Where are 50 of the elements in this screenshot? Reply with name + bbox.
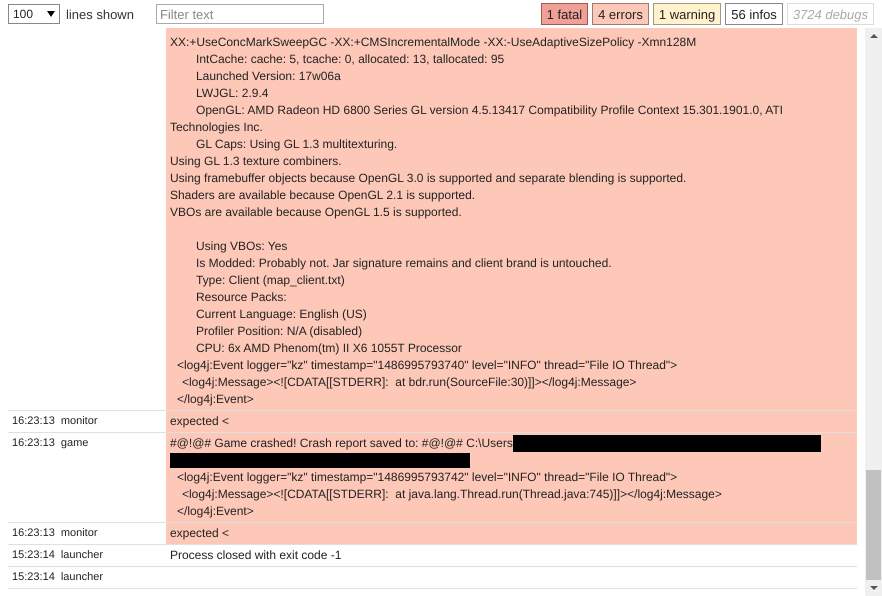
log-line: CPU: 6x AMD Phenom(tm) II X6 1055T Processor bbox=[195, 340, 463, 357]
level-filter-toggle[interactable]: 4 errors bbox=[592, 3, 649, 25]
scrollbar[interactable] bbox=[865, 28, 882, 596]
level-filter-toggle[interactable]: 1 fatal bbox=[540, 3, 588, 25]
log-line: <log4j:Event logger="kz" timestamp="1486995793742" level="INFO" thread="File IO Thread"> bbox=[176, 469, 678, 486]
source-cell-text: launcher bbox=[60, 548, 104, 563]
caret-icon bbox=[47, 11, 55, 17]
log-line: Using framebuffer objects because OpenGL 3.0 is supported and separate blending is supported. bbox=[170, 170, 688, 187]
log-line: Launched Version: 17w06a bbox=[195, 68, 342, 85]
level-filter-toggle[interactable]: 1 warning bbox=[652, 3, 722, 25]
log-line: <log4j:Message><![CDATA[[STDERR]: at bdr.run(SourceFile:30)]]></log4j:Message> bbox=[181, 374, 638, 391]
source-cell-text: monitor bbox=[60, 414, 98, 429]
log-line: Is Modded: Probably not. Jar signature remains and client brand is untouched. bbox=[195, 255, 613, 272]
log-line: Using VBOs: Yes bbox=[195, 238, 288, 255]
line-count-select[interactable]: 100 bbox=[8, 4, 60, 24]
log-line: expected < bbox=[170, 525, 230, 542]
log-line: GL Caps: Using GL 1.3 multitexturing. bbox=[195, 136, 398, 153]
log-line: XX:+UseConcMarkSweepGC -XX:+CMSIncrementalMode -XX:-UseAdaptiveSizePolicy -Xmn128M bbox=[170, 34, 698, 51]
source-cell-text: launcher bbox=[60, 570, 104, 585]
log-line: Profiler Position: N/A (disabled) bbox=[195, 323, 364, 340]
filter-field[interactable]: Filter text bbox=[156, 4, 324, 24]
lines-shown-label: lines shown bbox=[66, 6, 134, 22]
time-cell-text: 16:23:13 bbox=[12, 436, 55, 451]
log-line: <log4j:Message><![CDATA[[STDERR]: at java.lang.Thread.run(Thread.java:745)]]></log4j:Message> bbox=[181, 486, 723, 503]
scroll-down-icon[interactable] bbox=[870, 586, 878, 590]
log-line: </log4j:Event> bbox=[176, 503, 255, 520]
log-line: IntCache: cache: 5, tcache: 0, allocated: 13, tallocated: 95 bbox=[195, 51, 506, 68]
log-line: VBOs are available because OpenGL 1.5 is supported. bbox=[170, 204, 463, 221]
log-line: OpenGL: AMD Radeon HD 6800 Series GL version 4.5.13417 Compatibility Profile Context 15.301.1901.0, ATI bbox=[195, 102, 784, 119]
time-cell-text: 16:23:13 bbox=[12, 526, 55, 541]
source-cell-text: monitor bbox=[60, 526, 98, 541]
log-line: Technologies Inc. bbox=[170, 119, 264, 136]
scrollbar-thumb[interactable] bbox=[866, 470, 881, 580]
scroll-up-icon[interactable] bbox=[870, 34, 878, 38]
level-filter-toggle[interactable]: 56 infos bbox=[725, 3, 783, 25]
log-line: </log4j:Event> bbox=[176, 391, 255, 408]
time-cell-text: 15:23:14 bbox=[12, 548, 55, 563]
log-line: #@!@# Game crashed! Crash report saved to: #@!@# C:\Users bbox=[170, 435, 513, 452]
log-line: Type: Client (map_client.txt) bbox=[195, 272, 346, 289]
log-line: Using GL 1.3 texture combiners. bbox=[170, 153, 343, 170]
source-cell-text: game bbox=[60, 436, 88, 451]
log-line: LWJGL: 2.9.4 bbox=[195, 85, 270, 102]
log-line: Resource Packs: bbox=[195, 289, 288, 306]
time-cell-text: 16:23:13 bbox=[12, 414, 55, 429]
log-line: Current Language: English (US) bbox=[195, 306, 368, 323]
time-cell-text: 15:23:14 bbox=[12, 570, 55, 585]
log-line: <log4j:Event logger="kz" timestamp="1486995793740" level="INFO" thread="File IO Thread"> bbox=[176, 357, 678, 374]
log-line: Shaders are available because OpenGL 2.1 is supported. bbox=[170, 187, 476, 204]
log-line: Process closed with exit code -1 bbox=[170, 547, 342, 564]
log-line: expected < bbox=[170, 413, 230, 430]
